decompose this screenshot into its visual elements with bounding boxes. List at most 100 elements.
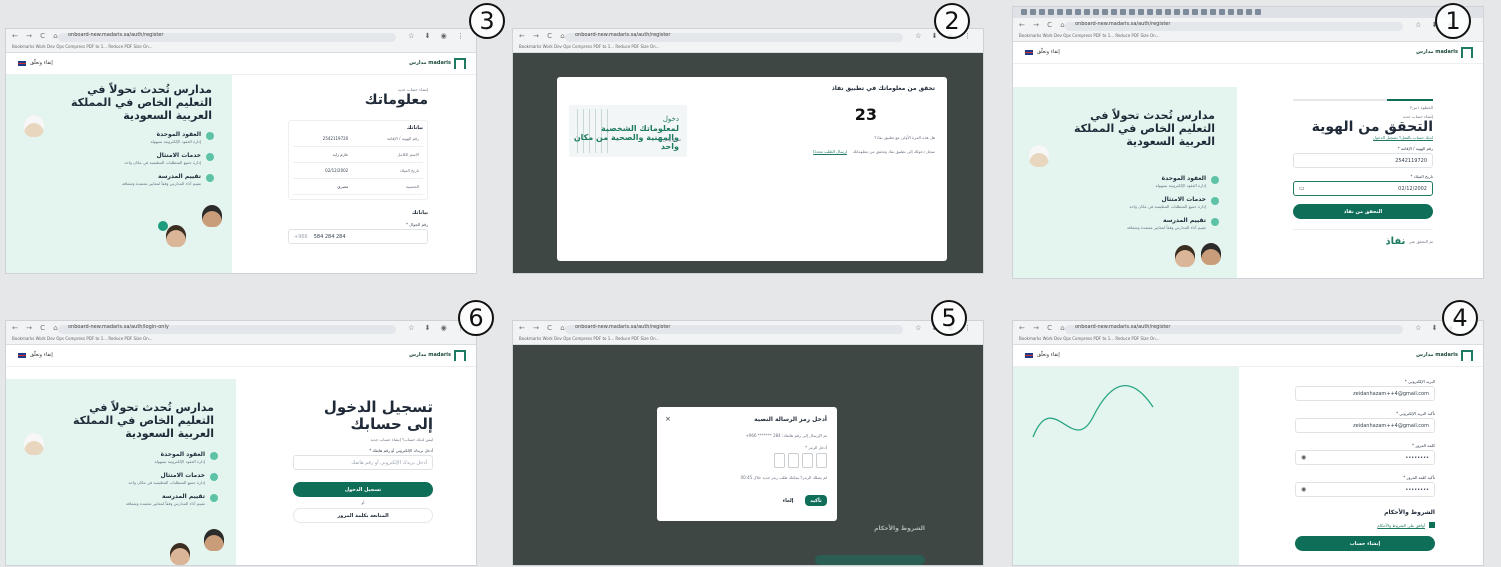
browser-toolbar: ← → C ⌂ onboard-new.madaris.sa/auth/regi…: [1013, 321, 1483, 345]
login-button[interactable]: تسجيل الدخول: [293, 482, 433, 497]
eye-icon[interactable]: ◉: [1301, 454, 1306, 461]
login-link[interactable]: لديك حساب بالفعل؟ تسجيل الدخول: [1293, 135, 1433, 140]
verify-nafath-button[interactable]: التحقق من نفاذ: [1293, 204, 1433, 219]
address-bar[interactable]: onboard-new.madaris.sa/auth/register: [565, 324, 903, 334]
madaris-logo[interactable]: مدارس madaris: [1416, 350, 1473, 361]
browser-toolbar: ← → C ⌂ onboard-new.madaris.sa/auth/regi…: [513, 29, 983, 53]
password-field[interactable]: •••••••• ◉: [1295, 450, 1435, 465]
otp-digit-input[interactable]: [774, 453, 785, 468]
toolbar-icons[interactable]: ☆ ⬇ ◉ ⋮: [408, 32, 468, 40]
verification-code: 23: [854, 105, 877, 124]
madaris-logo[interactable]: مدارس madaris: [409, 58, 466, 69]
contracts-icon: [210, 452, 218, 460]
feature-evaluation: تقييم المدرسة تقييم أداء المدارس وفقاً لم…: [88, 493, 218, 506]
evaluation-icon: [1211, 218, 1219, 226]
bookmarks-bar[interactable]: Bookmarks Work Dev Ops Compress PDF to 1…: [1019, 33, 1159, 38]
address-bar[interactable]: onboard-new.madaris.sa/auth/register: [58, 32, 396, 42]
modal-title: تحقق من معلوماتك في تطبيق نفاذ: [831, 85, 935, 92]
browser-toolbar: ← → C ⌂ onboard-new.madaris.sa/auth/regi…: [513, 321, 983, 345]
address-bar[interactable]: onboard-new.madaris.sa/auth/register: [1065, 21, 1403, 31]
browser-nav-icons[interactable]: ← → C ⌂: [12, 32, 61, 40]
language-selector[interactable]: إتقاء وتعلّق: [1025, 49, 1060, 55]
id-input[interactable]: 2542119720: [1293, 153, 1433, 168]
resend-request-link[interactable]: إرسال الطلب مجددًا: [813, 149, 847, 154]
otp-digit-input[interactable]: [788, 453, 799, 468]
bookmarks-bar[interactable]: Bookmarks Work Dev Ops Compress PDF to 1…: [519, 336, 659, 341]
otp-inputs[interactable]: [774, 453, 827, 468]
promo-title: مدارس تُحدث تحولاً في التعليم الخاص في ا…: [71, 83, 212, 122]
step-marker-2: 2: [934, 3, 970, 39]
address-bar[interactable]: onboard-new.madaris.sa/auth/login-only: [58, 324, 396, 334]
otp-digit-input[interactable]: [802, 453, 813, 468]
address-bar[interactable]: onboard-new.madaris.sa/auth/register: [1065, 324, 1403, 334]
bg-submit-button: [815, 555, 925, 565]
eye-icon[interactable]: ◉: [1301, 486, 1306, 493]
bookmarks-bar[interactable]: Bookmarks Work Dev Ops Compress PDF to 1…: [1019, 336, 1159, 341]
screenshot-your-info: ← → C ⌂ onboard-new.madaris.sa/auth/regi…: [6, 29, 476, 273]
chat-bubble-icon[interactable]: [158, 221, 168, 231]
student-illustration: [204, 529, 224, 551]
nafath-modal: تحقق من معلوماتك في تطبيق نفاذ 23 هل هذه…: [557, 77, 947, 261]
nafath-logo: نفاذ: [1385, 236, 1406, 247]
browser-nav-icons[interactable]: ← → C ⌂: [519, 324, 568, 332]
terms-checkbox[interactable]: [1429, 522, 1435, 528]
confirm-button[interactable]: تأكيد: [805, 495, 827, 506]
screenshot-nafath-modal: ← → C ⌂ onboard-new.madaris.sa/auth/regi…: [513, 29, 983, 273]
otp-digit-input[interactable]: [816, 453, 827, 468]
language-selector[interactable]: إتقاء وتعلّق: [1025, 352, 1060, 358]
uk-flag-icon: [1025, 49, 1033, 55]
close-icon[interactable]: ×: [665, 415, 671, 423]
bookmarks-bar[interactable]: Bookmarks Work Dev Ops Compress PDF to 1…: [12, 44, 152, 49]
evaluation-icon: [210, 494, 218, 502]
calendar-icon[interactable]: ▭: [1299, 185, 1305, 192]
create-account-button[interactable]: إنشاء حساب: [1295, 536, 1435, 551]
register-link[interactable]: ليس لديك حساب؟ إنشاء حساب جديد: [293, 437, 433, 442]
step-marker-1: 1: [1435, 3, 1471, 39]
continue-with-password-button[interactable]: المتابعة بكلمة المرور: [293, 508, 433, 523]
feature-evaluation: تقييم المدرسة تقييم أداء المدارس وفقاً لم…: [84, 173, 214, 186]
terms-checkbox-row[interactable]: أوافق على الشروط والأحكام: [1295, 522, 1435, 528]
feature-compliance: خدمات الامتثال إدارة جميع المتطلبات التنظ…: [88, 472, 218, 485]
email-confirm-field[interactable]: zeidanhazam++4@gmail.com: [1295, 418, 1435, 433]
language-selector[interactable]: إتقاء وتعلّق: [18, 60, 53, 66]
browser-nav-icons[interactable]: ← → C ⌂: [12, 324, 61, 332]
first-time-question: هل هذه المرة الأولى مع تطبيق نفاذ؟: [874, 135, 935, 140]
site-header: مدارس madaris إتقاء وتعلّق: [6, 53, 476, 75]
student-illustration: [170, 543, 190, 565]
language-selector[interactable]: إتقاء وتعلّق: [18, 352, 53, 358]
table-row: رقم الهوية / الإقامة 2542119720: [293, 131, 423, 147]
dob-input[interactable]: 02/12/2002 ▭: [1293, 181, 1433, 196]
table-row: الجنسية مصري: [293, 178, 423, 195]
student-illustration: [166, 225, 186, 247]
browser-nav-icons[interactable]: ← → C ⌂: [519, 32, 568, 40]
password-confirm-field[interactable]: •••••••• ◉: [1295, 482, 1435, 497]
browser-nav-icons[interactable]: ← → C ⌂: [1019, 324, 1068, 332]
country-code[interactable]: +966: [294, 234, 308, 240]
table-row: الاسم الكامل حازم زايد: [293, 146, 423, 163]
contracts-icon: [206, 132, 214, 140]
cancel-button[interactable]: إلغاء: [777, 495, 799, 506]
address-bar[interactable]: onboard-new.madaris.sa/auth/register: [565, 32, 903, 42]
madaris-logo[interactable]: مدارس madaris: [409, 350, 466, 361]
madaris-logo[interactable]: مدارس madaris: [1416, 47, 1473, 58]
code-label: أدخل الرمز *: [805, 445, 827, 450]
phone-input[interactable]: +966 584 284 284: [288, 229, 428, 244]
email-field[interactable]: zeidanhazam++4@gmail.com: [1295, 386, 1435, 401]
site-header: مدارس madaris إتقاء وتعلّق: [1013, 42, 1483, 64]
nafath-footer: تم التحقق عبر نفاذ: [1385, 236, 1433, 247]
bg-terms-title: الشروط والأحكام: [874, 525, 925, 532]
identifier-input[interactable]: أدخل بريدك الإلكتروني أو رقم هاتفك: [293, 455, 433, 470]
browser-tab-strip[interactable]: [1013, 7, 1483, 18]
promo-sub: سريع وآمن: [662, 137, 681, 142]
uk-flag-icon: [1025, 352, 1033, 358]
bookmarks-bar[interactable]: Bookmarks Work Dev Ops Compress PDF to 1…: [12, 336, 152, 341]
feature-contracts: العقود الموحدة إدارة العقود الإلكترونية ب…: [88, 451, 218, 464]
browser-nav-icons[interactable]: ← → C ⌂: [1019, 21, 1068, 29]
student-illustration: [1201, 243, 1221, 265]
promo-panel: مدارس تُحدث تحولاً في التعليم الخاص في ا…: [1013, 87, 1237, 278]
step-label: الخطوة ١من٣: [1409, 105, 1433, 110]
bookmarks-bar[interactable]: Bookmarks Work Dev Ops Compress PDF to 1…: [519, 44, 659, 49]
browser-toolbar: ← → C ⌂ onboard-new.madaris.sa/auth/regi…: [6, 29, 476, 53]
sent-to-text: تم الإرسال إلى رقم هاتفك: 284 ******* 96…: [745, 433, 827, 438]
page-title: التحقق من الهوية: [1311, 119, 1433, 135]
